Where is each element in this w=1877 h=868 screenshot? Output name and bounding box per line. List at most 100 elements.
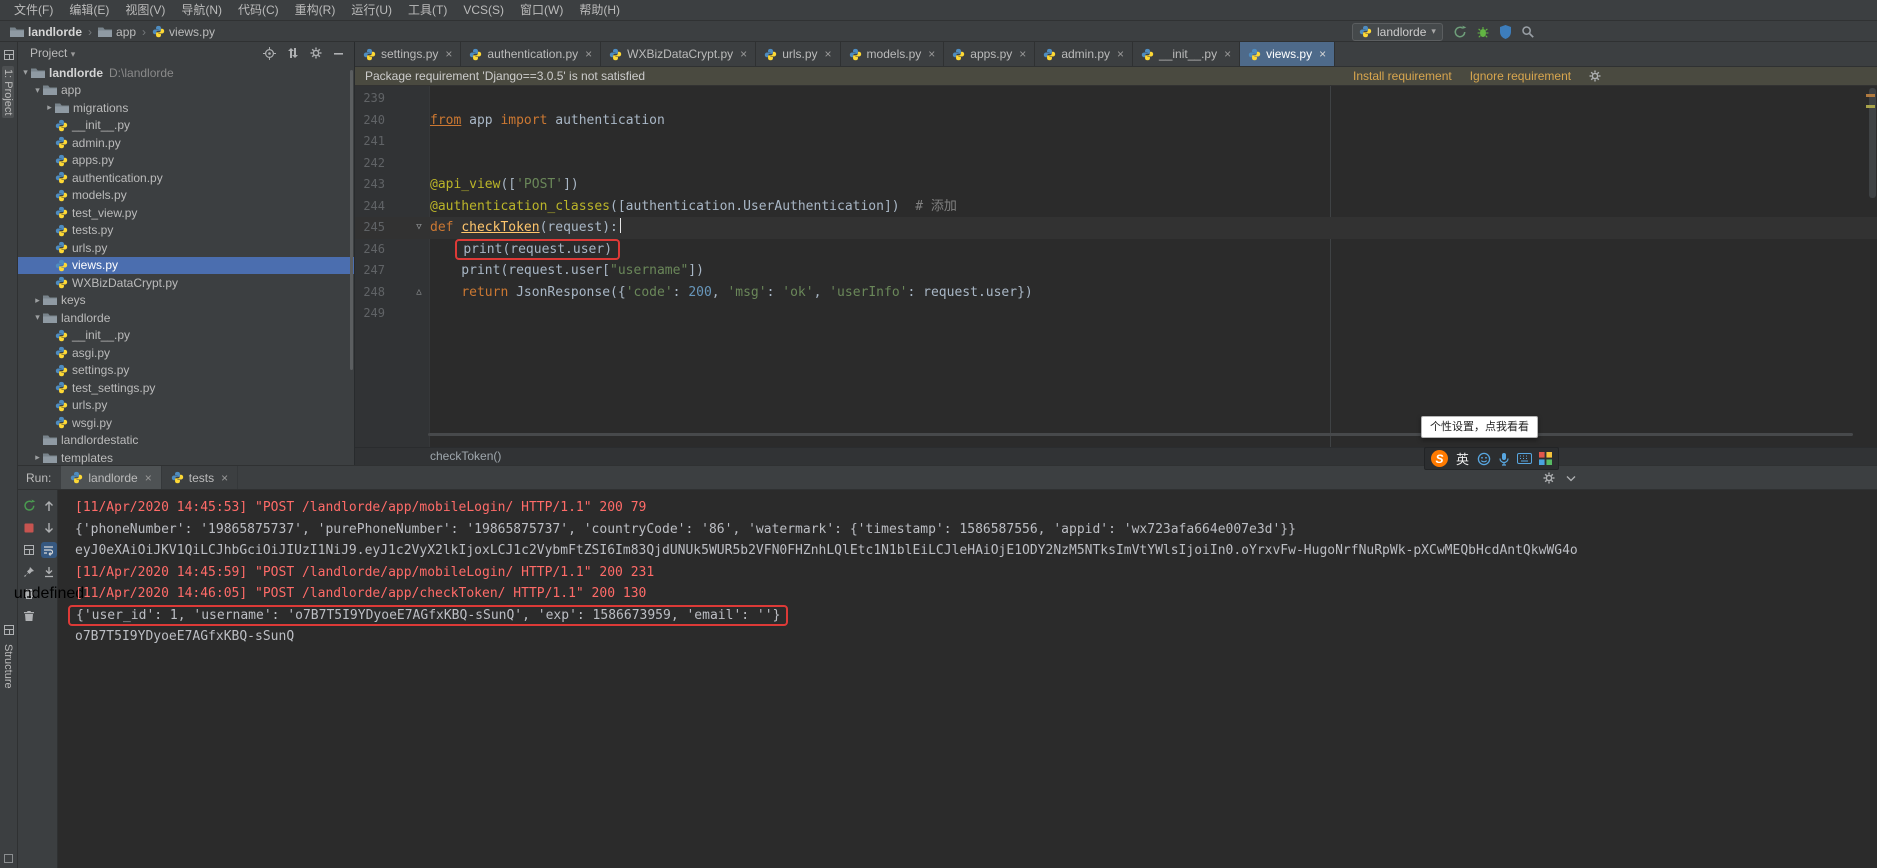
debug-icon[interactable] [1476, 25, 1490, 39]
install-requirement-link[interactable]: Install requirement [1353, 67, 1452, 85]
ignore-requirement-link[interactable]: Ignore requirement [1470, 67, 1571, 85]
project-panel-title[interactable]: Project ▾ [30, 46, 75, 60]
tree-item[interactable]: ▸ templates [18, 449, 354, 465]
tree-item[interactable]: __init__.py [18, 117, 354, 135]
restore-layout-icon[interactable] [21, 542, 37, 558]
code-line[interactable]: 245 ▽ def checkToken(request): [355, 217, 1877, 239]
code-line[interactable]: 243 @api_view(['POST']) [355, 174, 1877, 196]
tree-item[interactable]: test_settings.py [18, 379, 354, 397]
code-line[interactable]: 240 from app import authentication [355, 110, 1877, 132]
tab-close-icon[interactable]: × [1117, 47, 1124, 61]
tree-item[interactable]: WXBizDataCrypt.py [18, 274, 354, 292]
tree-closed-arrow-icon[interactable]: ▸ [32, 295, 43, 306]
settings-icon[interactable] [310, 47, 322, 59]
pin-icon[interactable] [21, 564, 37, 580]
settings-icon[interactable] [1543, 472, 1555, 484]
menu-item[interactable]: 视图(V) [117, 0, 173, 20]
breadcrumb-item[interactable]: landlorde [8, 25, 84, 39]
down-stack-icon[interactable] [41, 520, 57, 536]
menu-item[interactable]: 导航(N) [173, 0, 230, 20]
rerun-icon[interactable] [21, 498, 37, 514]
editor-hscrollbar[interactable] [428, 433, 1853, 436]
tree-item[interactable]: ▾ landlorde D:\landlorde [18, 64, 354, 82]
soft-wrap-icon[interactable] [41, 541, 57, 558]
banner-settings-icon[interactable] [1589, 70, 1601, 82]
tab-close-icon[interactable]: × [1319, 47, 1326, 61]
editor-tab[interactable]: admin.py × [1035, 42, 1134, 66]
tree-item[interactable]: models.py [18, 187, 354, 205]
search-icon[interactable] [1521, 25, 1535, 39]
tree-closed-arrow-icon[interactable]: ▸ [32, 452, 43, 463]
tree-item[interactable]: ▾ app [18, 82, 354, 100]
editor-tab[interactable]: authentication.py × [461, 42, 602, 66]
tree-item[interactable]: landlordestatic [18, 432, 354, 450]
emoji-icon[interactable] [1477, 452, 1491, 466]
menu-item[interactable]: 重构(R) [287, 0, 344, 20]
collapse-icon[interactable] [1565, 472, 1577, 484]
tab-close-icon[interactable]: × [221, 471, 228, 485]
ime-language-indicator[interactable]: 英 [1456, 449, 1469, 468]
code-line[interactable]: 248 △ return JsonResponse({'code': 200, '… [355, 282, 1877, 304]
menu-item[interactable]: 文件(F) [6, 0, 61, 20]
tree-item[interactable]: settings.py [18, 362, 354, 380]
breadcrumb-item[interactable]: app [96, 25, 138, 39]
code-editor[interactable]: 239 240 from app import authentication 241 2… [355, 86, 1877, 447]
tree-item[interactable]: urls.py [18, 397, 354, 415]
tree-item[interactable]: tests.py [18, 222, 354, 240]
expand-collapse-icon[interactable] [287, 47, 299, 59]
editor-tab[interactable]: views.py × [1240, 42, 1336, 66]
tree-item[interactable]: test_view.py [18, 204, 354, 222]
tree-item[interactable]: apps.py [18, 152, 354, 170]
menu-item[interactable]: 编辑(E) [61, 0, 117, 20]
tab-close-icon[interactable]: × [1224, 47, 1231, 61]
menu-item[interactable]: VCS(S) [455, 0, 512, 20]
menu-item[interactable]: 运行(U) [343, 0, 400, 20]
fold-marker-icon[interactable]: △ [411, 282, 427, 304]
run-tab[interactable]: tests × [162, 466, 239, 489]
menu-item[interactable]: 代码(C) [230, 0, 287, 20]
stripe-corner-icon[interactable] [4, 854, 13, 863]
tab-close-icon[interactable]: × [445, 47, 452, 61]
editor-tab[interactable]: apps.py × [944, 42, 1036, 66]
tree-item[interactable]: admin.py [18, 134, 354, 152]
editor-tab[interactable]: __init__.py × [1133, 42, 1241, 66]
breadcrumb-function[interactable]: checkToken() [430, 449, 501, 463]
sogou-logo-icon[interactable]: S [1431, 450, 1448, 467]
tab-close-icon[interactable]: × [585, 47, 592, 61]
tool-stripe-project[interactable]: 1: Project [2, 66, 14, 119]
tab-close-icon[interactable]: × [1019, 47, 1026, 61]
run-config-selector[interactable]: landlorde ▾ [1352, 22, 1443, 41]
menu-item[interactable]: 工具(T) [400, 0, 455, 20]
editor-tab[interactable]: WXBizDataCrypt.py × [601, 42, 757, 66]
run-tab[interactable]: landlorde × [61, 466, 162, 489]
tab-close-icon[interactable]: × [740, 47, 747, 61]
tree-item[interactable]: views.py [18, 256, 354, 274]
editor-tab[interactable]: models.py × [841, 42, 945, 66]
clear-console-icon[interactable] [21, 608, 37, 624]
hide-panel-icon[interactable] [333, 48, 344, 59]
tree-open-arrow-icon[interactable]: ▾ [32, 85, 43, 96]
editor-tab[interactable]: urls.py × [756, 42, 841, 66]
code-line[interactable]: 242 [355, 153, 1877, 175]
up-stack-icon[interactable] [41, 498, 57, 514]
tree-item[interactable]: ▾ landlorde [18, 309, 354, 327]
tool-stripe-structure[interactable]: Structure [2, 644, 14, 689]
tab-close-icon[interactable]: × [928, 47, 935, 61]
fold-marker-icon[interactable]: ▽ [411, 217, 427, 239]
tree-item[interactable]: ▸ migrations [18, 99, 354, 117]
breadcrumb-item[interactable]: views.py [150, 25, 217, 39]
tree-open-arrow-icon[interactable]: ▾ [32, 312, 43, 323]
code-line[interactable]: 249 [355, 303, 1877, 325]
tree-item[interactable]: wsgi.py [18, 414, 354, 432]
project-scrollbar[interactable] [350, 70, 353, 370]
tab-close-icon[interactable]: × [145, 471, 152, 485]
code-line[interactable]: 241 [355, 131, 1877, 153]
menu-item[interactable]: 帮助(H) [571, 0, 628, 20]
tree-item[interactable]: ▸ keys [18, 292, 354, 310]
tree-item[interactable]: authentication.py [18, 169, 354, 187]
stop-icon[interactable] [21, 520, 37, 536]
tree-closed-arrow-icon[interactable]: ▸ [44, 102, 55, 113]
code-line[interactable]: 247 print(request.user["username"]) [355, 260, 1877, 282]
keyboard-icon[interactable] [1517, 453, 1533, 464]
code-line[interactable]: 246 print(request.user) [355, 238, 1877, 261]
